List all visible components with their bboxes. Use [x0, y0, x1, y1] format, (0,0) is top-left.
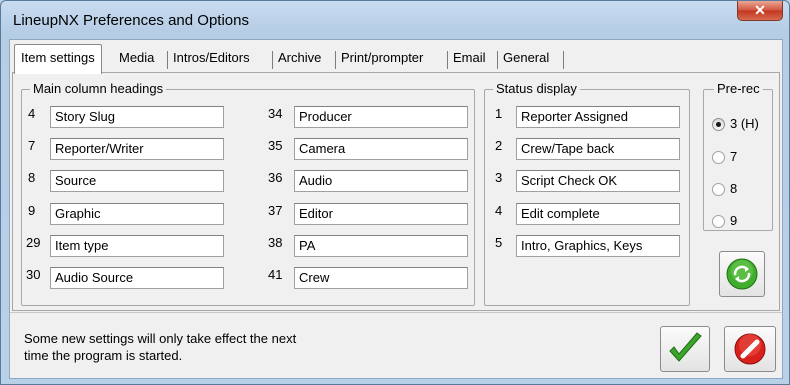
status-field[interactable]: Reporter Assigned	[516, 106, 680, 128]
cancel-button[interactable]	[724, 326, 776, 372]
main-column-headings-label: Main column headings	[30, 81, 167, 96]
footer-divider	[10, 312, 782, 313]
radio-circle[interactable]	[712, 118, 725, 131]
column-number: 30	[26, 267, 41, 282]
checkmark-icon	[669, 332, 702, 362]
column-number: 37	[268, 203, 283, 218]
column-heading-field[interactable]: Item type	[50, 235, 224, 257]
refresh-button[interactable]	[719, 251, 765, 297]
status-number: 5	[495, 235, 503, 250]
column-heading-field[interactable]: Reporter/Writer	[50, 138, 224, 160]
dialog-body: Item settings Media Intros/Editors Archi…	[9, 39, 783, 379]
tab-separator	[497, 51, 498, 69]
column-heading-field[interactable]: Editor	[294, 203, 468, 225]
item-settings-page: Main column headings 4 Story Slug 7 Repo…	[12, 72, 780, 311]
column-number: 4	[28, 106, 36, 121]
ok-button[interactable]	[660, 326, 710, 372]
column-number: 7	[28, 138, 36, 153]
radio-label: 3 (H)	[730, 116, 759, 131]
title-bar[interactable]: LineupNX Preferences and Options ✕	[1, 1, 789, 39]
status-number: 1	[495, 106, 503, 121]
status-field[interactable]: Crew/Tape back	[516, 138, 680, 160]
tab-media[interactable]: Media	[119, 45, 154, 72]
column-heading-field[interactable]: Graphic	[50, 203, 224, 225]
radio-label: 9	[730, 213, 738, 228]
status-number: 3	[495, 170, 503, 185]
status-field[interactable]: Edit complete	[516, 203, 680, 225]
status-field[interactable]: Intro, Graphics, Keys	[516, 235, 680, 257]
tab-intros-editors[interactable]: Intros/Editors	[173, 45, 250, 72]
column-number: 41	[268, 267, 283, 282]
column-number: 29	[26, 235, 41, 250]
radio-dot	[716, 122, 721, 127]
column-number: 8	[28, 170, 36, 185]
column-heading-field[interactable]: Story Slug	[50, 106, 224, 128]
preferences-window: LineupNX Preferences and Options ✕ Item …	[0, 0, 790, 385]
column-heading-field[interactable]: Camera	[294, 138, 468, 160]
tab-item-settings[interactable]: Item settings	[14, 44, 102, 74]
restart-notice-line1: Some new settings will only take effect …	[24, 331, 297, 346]
column-number: 38	[268, 235, 283, 250]
close-button[interactable]: ✕	[737, 1, 783, 21]
tab-separator	[167, 51, 168, 69]
tab-separator	[335, 51, 336, 69]
window-title: LineupNX Preferences and Options	[13, 12, 249, 29]
status-field[interactable]: Script Check OK	[516, 170, 680, 192]
column-number: 35	[268, 138, 283, 153]
column-heading-field[interactable]: PA	[294, 235, 468, 257]
main-column-headings-group: Main column headings 4 Story Slug 7 Repo…	[21, 81, 475, 306]
column-number: 34	[268, 106, 283, 121]
radio-circle[interactable]	[712, 215, 725, 228]
tab-email[interactable]: Email	[453, 45, 486, 72]
tab-separator	[447, 51, 448, 69]
prerec-label: Pre-rec	[714, 81, 763, 96]
tab-separator	[563, 51, 564, 69]
column-heading-field[interactable]: Crew	[294, 267, 468, 289]
column-number: 36	[268, 170, 283, 185]
status-display-label: Status display	[493, 81, 580, 96]
column-heading-field[interactable]: Producer	[294, 106, 468, 128]
radio-label: 8	[730, 181, 738, 196]
status-display-group: Status display 1 Reporter Assigned 2 Cre…	[484, 81, 690, 306]
tab-print-prompter[interactable]: Print/prompter	[341, 45, 423, 72]
tab-general[interactable]: General	[503, 45, 549, 72]
radio-circle[interactable]	[712, 151, 725, 164]
column-heading-field[interactable]: Source	[50, 170, 224, 192]
restart-notice: Some new settings will only take effect …	[24, 330, 296, 364]
column-heading-field[interactable]: Audio	[294, 170, 468, 192]
cancel-icon	[734, 333, 766, 365]
prerec-group: Pre-rec 3 (H) 7 8 9	[703, 81, 773, 231]
column-number: 9	[28, 203, 36, 218]
refresh-icon	[726, 258, 758, 290]
column-heading-field[interactable]: Audio Source	[50, 267, 224, 289]
tab-archive[interactable]: Archive	[278, 45, 321, 72]
status-number: 2	[495, 138, 503, 153]
radio-label: 7	[730, 149, 738, 164]
radio-circle[interactable]	[712, 183, 725, 196]
status-number: 4	[495, 203, 503, 218]
tab-separator	[272, 51, 273, 69]
restart-notice-line2: time the program is started.	[24, 348, 183, 363]
